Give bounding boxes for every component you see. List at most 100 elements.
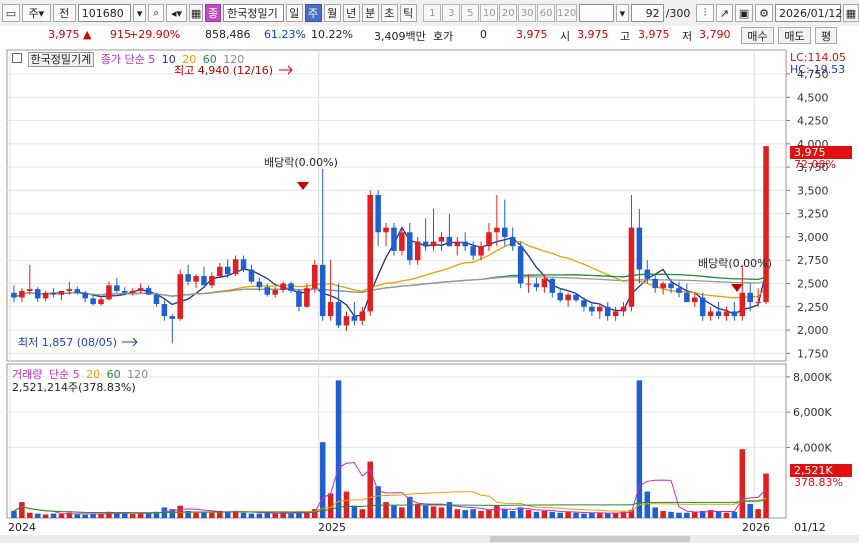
eval-button[interactable]: 평 xyxy=(815,27,837,44)
count-button-60[interactable]: 60 xyxy=(537,4,556,22)
tab-day[interactable]: 일 xyxy=(285,4,303,22)
volume-bar xyxy=(50,513,57,518)
market-select[interactable]: 주 ▾ xyxy=(22,4,51,22)
candle-body xyxy=(414,241,421,261)
tab-week[interactable]: 주 xyxy=(304,4,322,22)
count-button-3[interactable]: 3 xyxy=(442,4,461,22)
save-chart-icon[interactable]: ▣ xyxy=(735,4,754,22)
ma-5-label: 5 xyxy=(148,53,156,66)
sell-button[interactable]: 매도 xyxy=(778,27,811,44)
price-tick-label: 2,000 xyxy=(797,324,829,337)
volume-bar xyxy=(272,513,278,518)
count-button-20[interactable]: 20 xyxy=(499,4,518,22)
low-annotation: 최저 1,857 (08/05) xyxy=(18,336,117,349)
candle-body xyxy=(755,302,761,304)
price-tick-label: 3,250 xyxy=(797,208,829,221)
volume-bar xyxy=(288,513,294,518)
tab-tick[interactable]: 틱 xyxy=(399,4,417,22)
search-icon[interactable]: ⌕ xyxy=(148,4,164,22)
period-dropdown-icon[interactable]: ▾ xyxy=(615,4,630,22)
calendar-icon[interactable]: ▦ xyxy=(842,4,859,22)
candle-body xyxy=(304,288,310,307)
volume-bar xyxy=(763,473,769,518)
tab-year[interactable]: 년 xyxy=(342,4,360,22)
candle-body xyxy=(209,276,215,286)
volume-bar xyxy=(414,503,421,518)
candle-body xyxy=(106,285,112,300)
up-arrow-icon: ▲ xyxy=(83,28,92,41)
candle-body xyxy=(462,241,468,247)
type-select[interactable]: 전 xyxy=(52,4,76,22)
candle-body xyxy=(98,299,104,304)
candle-body xyxy=(50,292,57,295)
candle-body xyxy=(660,283,666,289)
candle-body xyxy=(446,236,453,247)
candle-body xyxy=(644,269,651,279)
scrollbar-thumb[interactable] xyxy=(490,536,690,542)
chart-type-icon[interactable]: ⫶ xyxy=(696,4,714,22)
candle-body xyxy=(312,264,318,289)
volume-tick-label: 4,000K xyxy=(793,441,832,454)
candle-body xyxy=(502,227,508,237)
tab-minute[interactable]: 분 xyxy=(361,4,379,22)
stock-chart[interactable]: 4,7504,5004,2504,0003,7503,5003,2503,000… xyxy=(0,46,859,543)
candle-body xyxy=(272,290,278,295)
price-tick-label: 3,500 xyxy=(797,184,829,197)
count-button-10[interactable]: 10 xyxy=(480,4,499,22)
count-button-120[interactable]: 120 xyxy=(556,4,578,22)
count-button-1[interactable]: 1 xyxy=(423,4,442,22)
candle-body xyxy=(161,303,168,317)
save-icon[interactable]: ▦ xyxy=(189,4,204,22)
count-button-30[interactable]: 30 xyxy=(518,4,537,22)
volume-bar xyxy=(462,510,468,518)
volume-bar xyxy=(573,512,579,518)
count-button-5[interactable]: 5 xyxy=(461,4,480,22)
period-input[interactable] xyxy=(579,4,614,22)
candle-body xyxy=(375,195,381,233)
current-price-pct: 72.08% xyxy=(794,158,836,171)
candle-body xyxy=(114,285,120,291)
draw-tool-icon[interactable]: ↗ xyxy=(715,4,734,22)
volume-bar xyxy=(581,513,587,518)
candle-body xyxy=(256,281,263,288)
candle-body xyxy=(470,246,476,256)
date-input[interactable]: 2026/01/12 xyxy=(774,4,842,22)
candle-body xyxy=(541,278,548,288)
candle-body xyxy=(351,316,358,321)
settings-icon[interactable]: ⚙ xyxy=(755,4,773,22)
volume-bar xyxy=(533,511,540,518)
hoga-value: 0 xyxy=(480,28,487,41)
tab-month[interactable]: 월 xyxy=(323,4,341,22)
candle-body xyxy=(27,289,33,291)
volume-bar xyxy=(193,512,199,518)
candle-body xyxy=(557,292,563,301)
candle-body xyxy=(549,278,556,293)
hoga-label: 호가 xyxy=(433,30,454,43)
ma-10-label: 10 xyxy=(161,53,176,66)
buy-button[interactable]: 매수 xyxy=(741,27,774,44)
horizontal-scrollbar[interactable] xyxy=(0,535,859,543)
stock-code-input[interactable]: 101680 xyxy=(77,4,131,22)
candle-body xyxy=(668,283,674,289)
speaker-icon[interactable]: ◂▾ xyxy=(165,4,188,22)
hoga-price: 3,975 xyxy=(516,28,548,41)
volume-bar xyxy=(383,502,389,518)
layout-icon[interactable]: ▭ xyxy=(2,4,20,22)
code-dropdown-icon[interactable]: ▾ xyxy=(132,4,147,22)
x-label-2025: 2025 xyxy=(318,521,346,534)
candle-body xyxy=(129,290,136,293)
bar-count-input[interactable]: 92 xyxy=(631,4,664,22)
volume-bar xyxy=(248,513,255,518)
volume-bar xyxy=(509,510,516,518)
price-tick-label: 4,250 xyxy=(797,115,829,128)
stock-name-label: 한국정밀기계 xyxy=(27,52,95,67)
candle-body xyxy=(335,302,342,326)
tab-second[interactable]: 초 xyxy=(380,4,398,22)
volume-bar xyxy=(422,505,429,518)
volume-bar xyxy=(636,380,643,518)
volume-bar xyxy=(494,505,500,518)
toolbar: ▭ 주 ▾ 전 101680 ▾ ⌕ ◂▾ ▦ 종 한국정밀기 일 주 월 년 분… xyxy=(0,0,859,27)
volume-bar xyxy=(668,511,674,518)
volume-bar xyxy=(122,513,128,518)
candle-body xyxy=(34,289,41,299)
